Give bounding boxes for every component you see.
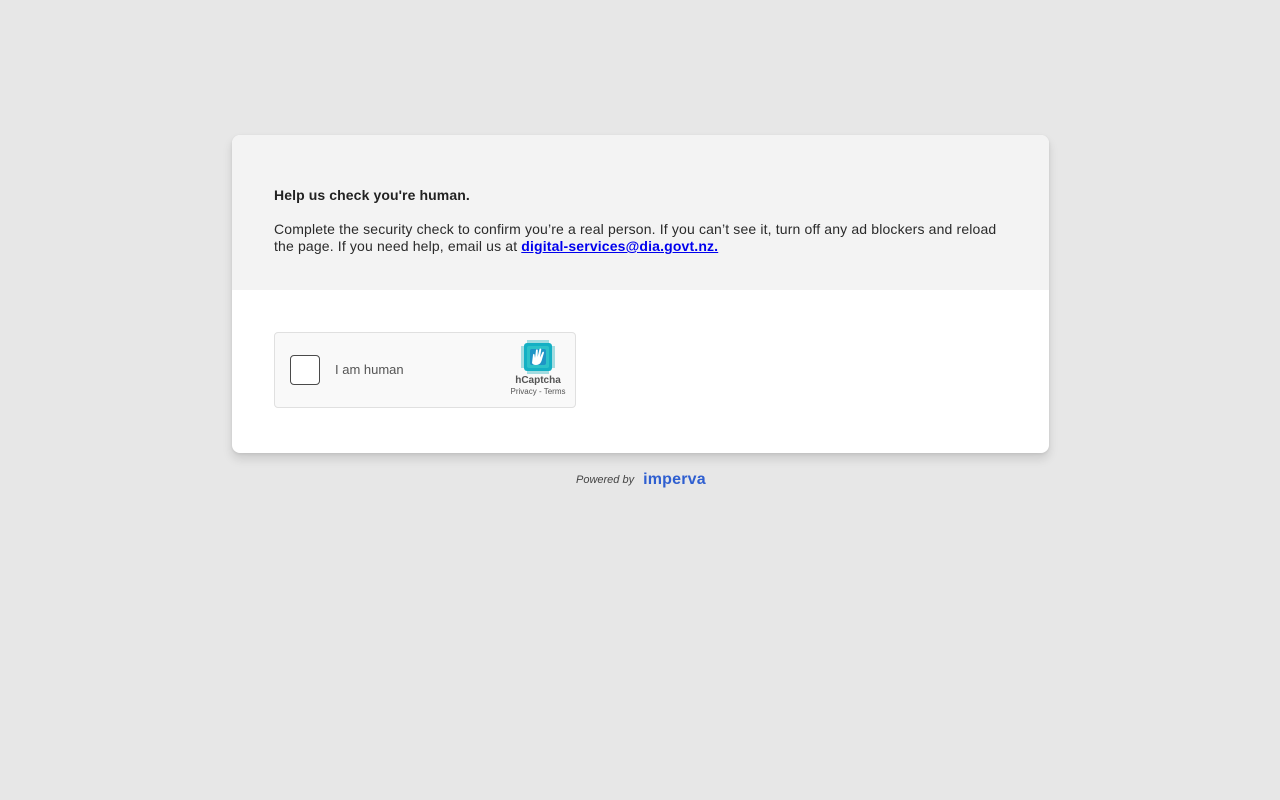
captcha-label: I am human: [335, 362, 404, 377]
hcaptcha-logo-icon: [521, 340, 555, 374]
hcaptcha-links: Privacy - Terms: [507, 387, 569, 396]
terms-link[interactable]: Terms: [544, 387, 566, 396]
powered-by-label: Powered by: [576, 474, 635, 486]
powered-by-footer: Powered by imperva: [576, 470, 706, 490]
page-title: Help us check you're human.: [274, 187, 470, 203]
imperva-logo[interactable]: imperva: [643, 471, 706, 489]
card-header-section: Help us check you're human. Complete the…: [232, 135, 1049, 290]
security-check-card: Help us check you're human. Complete the…: [232, 135, 1049, 453]
privacy-link[interactable]: Privacy: [511, 387, 537, 396]
links-separator: -: [536, 387, 544, 396]
hcaptcha-brand: hCaptcha: [515, 375, 561, 386]
support-email-link[interactable]: digital-services@dia.govt.nz.: [521, 238, 718, 254]
captcha-checkbox[interactable]: [290, 355, 320, 385]
security-message: Complete the security check to confirm y…: [274, 221, 1004, 255]
hcaptcha-widget: I am human hCaptcha Privacy - Terms: [274, 332, 576, 408]
